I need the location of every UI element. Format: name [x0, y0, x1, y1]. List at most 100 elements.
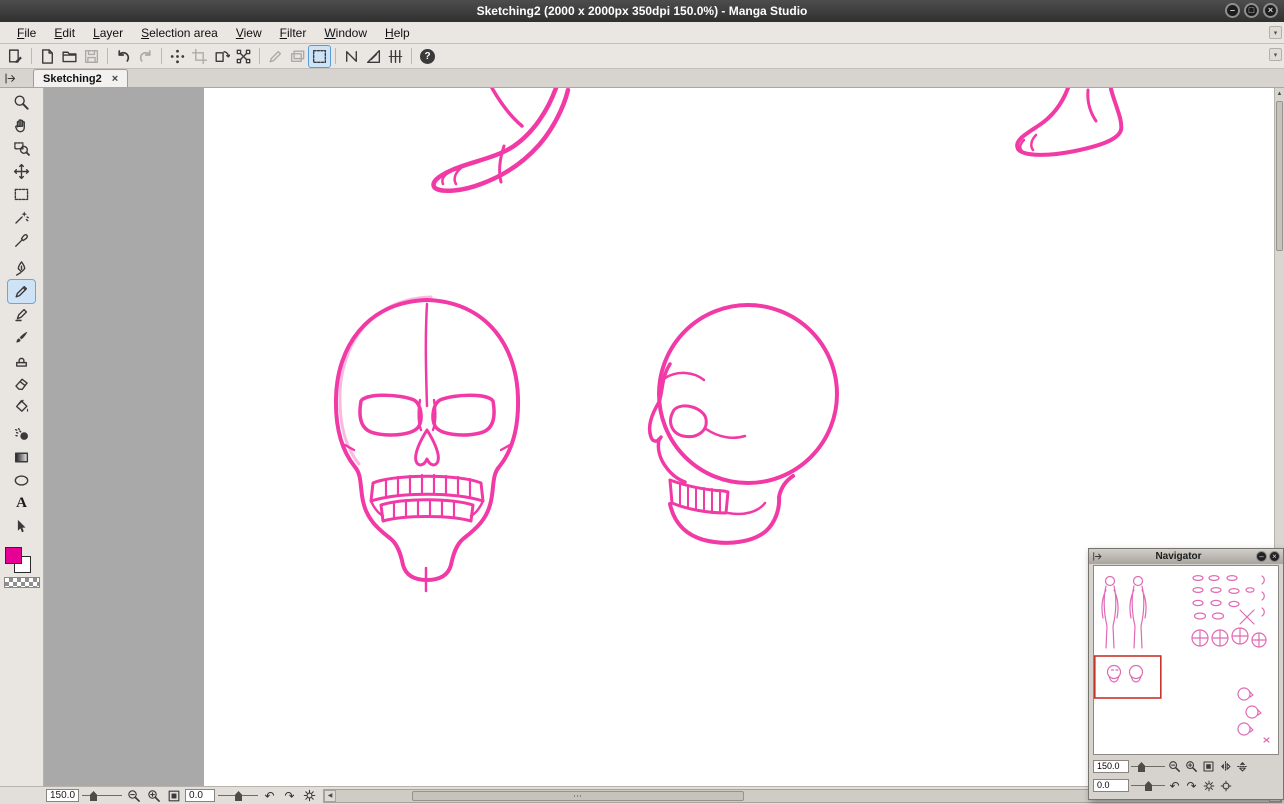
tab-sketching2[interactable]: Sketching2 ×	[33, 69, 128, 87]
navigator-view-rect[interactable]	[1095, 656, 1161, 698]
scroll-left-icon[interactable]: ◀	[324, 790, 336, 802]
fill-tool-button[interactable]	[8, 395, 35, 418]
rotate-canvas-button[interactable]	[211, 46, 232, 67]
navigator-rotation-slider[interactable]	[1131, 779, 1165, 792]
tab-close-icon[interactable]: ×	[112, 73, 118, 85]
navigator-flip-h-button[interactable]	[1218, 759, 1233, 774]
airbrush-tool-button[interactable]	[8, 423, 35, 446]
statusbar-rotate-ccw-button[interactable]: ↶	[261, 788, 278, 804]
statusbar-rotate-cw-button[interactable]: ↷	[281, 788, 298, 804]
zoom-area-tool-button[interactable]	[8, 137, 35, 160]
statusbar-rotation-slider[interactable]	[218, 789, 258, 802]
statusbar-zoom-in-button[interactable]	[145, 788, 162, 804]
foreground-color-swatch[interactable]	[5, 547, 22, 564]
navigator-header[interactable]: Navigator – ×	[1089, 549, 1283, 564]
zoom-tool-button[interactable]	[8, 91, 35, 114]
navigator-close-button[interactable]: ×	[1269, 551, 1280, 562]
transform-icon	[235, 48, 252, 65]
open-button[interactable]	[59, 46, 80, 67]
dock-panel-button[interactable]	[4, 72, 17, 85]
menu-edit[interactable]: Edit	[45, 23, 84, 43]
zoom-slider-handle[interactable]	[90, 791, 97, 801]
menu-selection-area[interactable]: Selection area	[132, 23, 227, 43]
menu-window[interactable]: Window	[315, 23, 376, 43]
magic-wand-tool-button[interactable]	[8, 206, 35, 229]
figure-tool-button[interactable]	[8, 469, 35, 492]
rotate-canvas-icon	[213, 48, 230, 65]
statusbar-rotation-input[interactable]: 0.0	[185, 789, 215, 802]
menubar-collapse-button[interactable]: ▾	[1269, 26, 1282, 39]
navigator-rotation-handle[interactable]	[1145, 781, 1152, 791]
pencil-tool-button[interactable]	[8, 280, 35, 303]
statusbar-fit-button[interactable]	[165, 788, 182, 804]
navigator-fit-button[interactable]	[1201, 759, 1216, 774]
navigator-minimize-button[interactable]: –	[1256, 551, 1267, 562]
eyedropper-tool-button[interactable]	[8, 229, 35, 252]
statusbar-zoom-slider[interactable]	[82, 789, 122, 802]
navigator-zoom-out-button[interactable]	[1167, 759, 1182, 774]
gradient-tool-button[interactable]	[8, 446, 35, 469]
rotation-slider-handle[interactable]	[235, 791, 242, 801]
navigator-rotate-ccw-button[interactable]: ↶	[1167, 778, 1182, 793]
pattern-brush-tool-button[interactable]	[8, 349, 35, 372]
marquee-tool-button[interactable]	[8, 183, 35, 206]
new-document-button[interactable]	[37, 46, 58, 67]
undo-button[interactable]	[113, 46, 134, 67]
menu-help[interactable]: Help	[376, 23, 419, 43]
panel-menu-icon[interactable]	[1092, 551, 1103, 562]
navigator-rotation-input[interactable]: 0.0	[1093, 779, 1129, 792]
statusbar-zoom-out-button[interactable]	[125, 788, 142, 804]
eraser-tool-button[interactable]	[8, 372, 35, 395]
menu-filter[interactable]: Filter	[271, 23, 316, 43]
transform-button[interactable]	[233, 46, 254, 67]
layers-button[interactable]	[287, 46, 308, 67]
object-selector-tool-button[interactable]	[8, 515, 35, 538]
navigator-crosshair-button[interactable]	[1218, 778, 1233, 793]
horizontal-scroll-thumb[interactable]	[412, 791, 744, 801]
brush-tool-button[interactable]	[8, 326, 35, 349]
zoom-in-icon	[1185, 760, 1198, 773]
navigator-zoom-input[interactable]: 150.0	[1093, 760, 1129, 773]
snap-parallel-button[interactable]	[385, 46, 406, 67]
save-button[interactable]	[81, 46, 102, 67]
marker-tool-button[interactable]	[8, 303, 35, 326]
help-button[interactable]: ?	[417, 46, 438, 67]
close-button[interactable]: ×	[1263, 3, 1278, 18]
snap-line-button[interactable]	[341, 46, 362, 67]
navigator-reset-rotation-button[interactable]	[1201, 778, 1216, 793]
scroll-up-icon[interactable]: ▲	[1275, 88, 1284, 100]
toolbar-collapse-button[interactable]: ▾	[1269, 48, 1282, 61]
hand-tool-button[interactable]	[8, 114, 35, 137]
crop-icon	[191, 48, 208, 65]
pencil-icon	[13, 283, 30, 300]
line-snap-icon	[343, 48, 360, 65]
transparent-color-swatch[interactable]	[4, 577, 40, 588]
crop-button[interactable]	[189, 46, 210, 67]
pen-tool-button[interactable]	[8, 257, 35, 280]
selection-mode-button[interactable]	[309, 46, 330, 67]
navigator-thumbnail[interactable]	[1093, 565, 1279, 755]
snap-ruler-button[interactable]	[363, 46, 384, 67]
page-settings-button[interactable]	[5, 46, 26, 67]
move-tool-button[interactable]	[8, 160, 35, 183]
navigator-flip-v-button[interactable]	[1235, 759, 1250, 774]
menu-file[interactable]: File	[8, 23, 45, 43]
snap-points-button[interactable]	[167, 46, 188, 67]
statusbar-zoom-input[interactable]: 150.0	[46, 789, 79, 802]
navigator-zoom-in-button[interactable]	[1184, 759, 1199, 774]
foot-sketch-right	[1017, 88, 1121, 155]
edit-pen-button[interactable]	[265, 46, 286, 67]
brush-icon	[13, 329, 30, 346]
navigator-zoom-handle[interactable]	[1138, 762, 1145, 772]
text-tool-button[interactable]: A	[8, 492, 35, 515]
navigator-zoom-slider[interactable]	[1131, 760, 1165, 773]
maximize-button[interactable]: □	[1244, 3, 1259, 18]
vertical-scroll-thumb[interactable]	[1276, 101, 1283, 251]
navigator-rotate-cw-button[interactable]: ↷	[1184, 778, 1199, 793]
magnifier-icon	[13, 94, 30, 111]
menu-layer[interactable]: Layer	[84, 23, 132, 43]
redo-button[interactable]	[135, 46, 156, 67]
statusbar-reset-view-button[interactable]	[301, 788, 318, 804]
menu-view[interactable]: View	[227, 23, 271, 43]
minimize-button[interactable]: –	[1225, 3, 1240, 18]
